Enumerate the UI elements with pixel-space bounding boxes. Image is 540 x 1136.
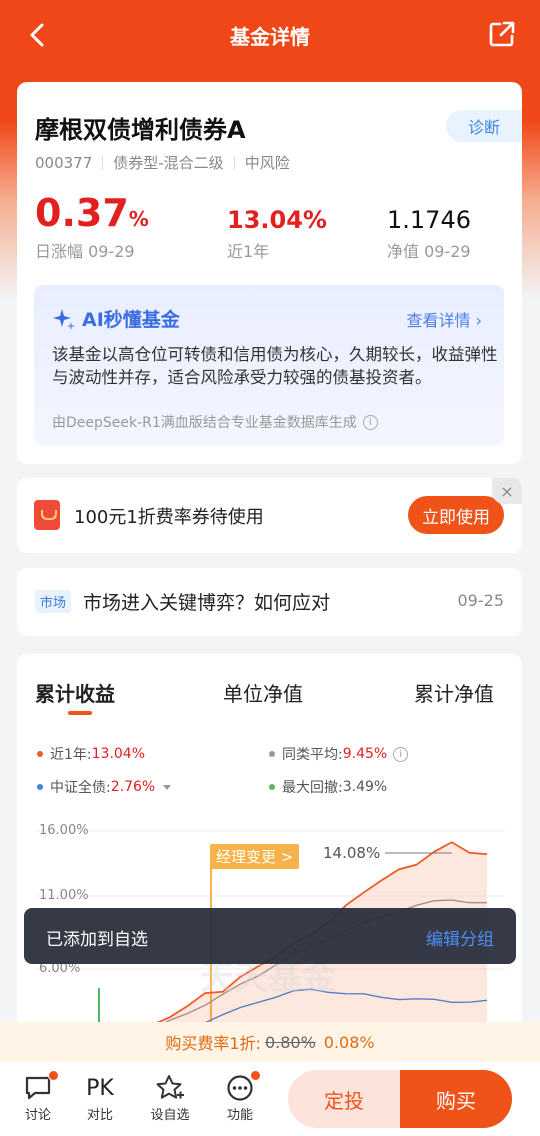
ai-view-details-link[interactable]: 查看详情 ›	[407, 307, 483, 331]
legend-peer-value: 9.45%	[342, 746, 388, 762]
fund-code: 000377	[35, 153, 93, 172]
dropdown-caret-icon[interactable]	[163, 784, 172, 790]
one-year-return-value: 13.04%	[227, 206, 327, 234]
tab-active-indicator	[68, 711, 92, 715]
legend-dot	[37, 784, 43, 790]
nav-label: 净值 09-29	[387, 242, 471, 261]
coupon-card: 100元1折费率券待使用 立即使用 ×	[17, 478, 522, 553]
nav-stat: 1.1746 净值 09-29	[387, 208, 471, 262]
back-icon[interactable]	[24, 20, 52, 50]
market-news-card[interactable]: 市场 市场进入关键博弈？如何应对 09-25	[17, 568, 522, 636]
divider	[233, 155, 235, 170]
daily-change-unit: %	[128, 207, 149, 231]
sparkle-icon	[53, 308, 75, 330]
daily-change-stat: 0.37% 日涨幅 09-29	[35, 194, 149, 262]
add-watchlist-button[interactable]: 设自选	[147, 1072, 193, 1123]
fund-summary-card: 摩根双债增利债券A 诊断 000377 债券型-混合二级 中风险 0.37% 日…	[17, 82, 522, 464]
fund-type[interactable]: 债券型-混合二级	[113, 152, 223, 173]
fund-tags: 000377 债券型-混合二级 中风险	[35, 152, 290, 173]
manager-change-tag[interactable]: 经理变更 >	[210, 844, 300, 869]
function-button[interactable]: 功能	[217, 1070, 263, 1123]
fund-risk[interactable]: 中风险	[245, 152, 290, 173]
notification-badge	[250, 1070, 261, 1081]
news-date: 09-25	[457, 591, 505, 610]
toast-notification: 已添加到自选 编辑分组	[24, 908, 516, 964]
coupon-text: 100元1折费率券待使用	[74, 507, 264, 528]
use-coupon-button[interactable]: 立即使用	[408, 496, 504, 534]
fee-discount-strip: 购买费率1折: 0.80% 0.08%	[0, 1022, 540, 1062]
ai-summary-text: 该基金以高仓位可转债和信用债为核心，久期较长，收益弹性与波动性并存，适合风险承受…	[52, 345, 498, 387]
share-icon[interactable]	[488, 20, 516, 48]
legend-index[interactable]: 中证全债: 2.76%	[37, 777, 172, 797]
news-title[interactable]: 市场进入关键博弈？如何应对	[83, 588, 330, 615]
y-tick-label: 16.00%	[39, 823, 89, 838]
legend-index-value: 2.76%	[110, 779, 156, 795]
buy-button[interactable]: 购买	[400, 1070, 512, 1128]
bottom-action-bar: 讨论 PK 对比 设自选 功能 定投 购买	[0, 1062, 540, 1136]
compare-label: 对比	[86, 1108, 113, 1123]
watchlist-label: 设自选	[150, 1108, 190, 1123]
daily-change-value: 0.37	[35, 191, 129, 235]
fund-name: 摩根双债增利债券A	[35, 116, 246, 144]
ai-title: AI秒懂基金	[52, 305, 180, 332]
legend-drawdown-label: 最大回撤:	[282, 780, 343, 796]
legend-dot	[269, 751, 275, 757]
one-year-return-stat: 13.04% 近1年	[227, 208, 327, 262]
ai-title-text: AI秒懂基金	[82, 309, 180, 331]
legend-fund-label: 近1年:	[50, 747, 92, 763]
notification-badge	[48, 1070, 59, 1081]
legend-index-label: 中证全债:	[50, 780, 111, 796]
tab-cumulative-return[interactable]: 累计收益	[35, 678, 115, 707]
peak-value-label: 14.08%	[323, 844, 381, 862]
chat-bubble-icon	[25, 1076, 51, 1100]
compare-button[interactable]: PK 对比	[77, 1072, 123, 1124]
y-tick-label: 11.00%	[39, 888, 89, 903]
legend-fund: 近1年: 13.04%	[37, 744, 145, 764]
close-icon[interactable]: ×	[492, 478, 522, 504]
ai-summary-box[interactable]: AI秒懂基金 查看详情 › 该基金以高仓位可转债和信用债为核心，久期较长，收益弹…	[34, 285, 504, 445]
fee-new: 0.08%	[323, 1032, 375, 1052]
toast-message: 已添加到自选	[46, 930, 148, 950]
nav-value: 1.1746	[387, 206, 471, 234]
sip-button[interactable]: 定投	[288, 1070, 400, 1128]
discuss-button[interactable]: 讨论	[15, 1070, 61, 1123]
daily-change-label: 日涨幅 09-29	[35, 242, 135, 261]
ai-source-note: 由DeepSeek-R1满血版结合专业基金数据库生成 i	[52, 412, 378, 432]
legend-peer: 同类平均: 9.45% i	[269, 744, 409, 764]
red-envelope-icon	[34, 500, 60, 530]
function-label: 功能	[226, 1108, 253, 1123]
divider	[102, 155, 104, 170]
legend-peer-label: 同类平均:	[282, 747, 343, 763]
legend-drawdown: 最大回撤: 3.49%	[269, 777, 387, 797]
star-plus-icon	[156, 1075, 184, 1099]
legend-fund-value: 13.04%	[91, 746, 146, 762]
discuss-label: 讨论	[24, 1108, 51, 1123]
fee-old: 0.80%	[264, 1032, 316, 1052]
info-icon[interactable]: i	[393, 746, 409, 762]
tab-unit-nav[interactable]: 单位净值	[223, 678, 303, 707]
fee-prefix: 购买费率1折:	[165, 1034, 261, 1053]
info-icon[interactable]: i	[362, 414, 378, 430]
legend-dot	[37, 751, 43, 757]
news-tag: 市场	[35, 590, 72, 613]
one-year-return-label: 近1年	[227, 242, 270, 261]
performance-chart-card: 累计收益 单位净值 累计净值 近1年: 13.04% 同类平均: 9.45% i…	[17, 654, 522, 1074]
page-title: 基金详情	[230, 24, 310, 49]
legend-dot	[269, 784, 275, 790]
app-header: 基金详情	[0, 0, 540, 70]
legend-drawdown-value: 3.49%	[342, 779, 388, 795]
pk-icon: PK	[86, 1075, 114, 1101]
ai-source-text: 由DeepSeek-R1满血版结合专业基金数据库生成	[52, 415, 357, 431]
diagnose-button[interactable]: 诊断	[446, 110, 522, 142]
edit-group-link[interactable]: 编辑分组	[426, 925, 494, 950]
tab-cumulative-nav[interactable]: 累计净值	[414, 678, 494, 707]
